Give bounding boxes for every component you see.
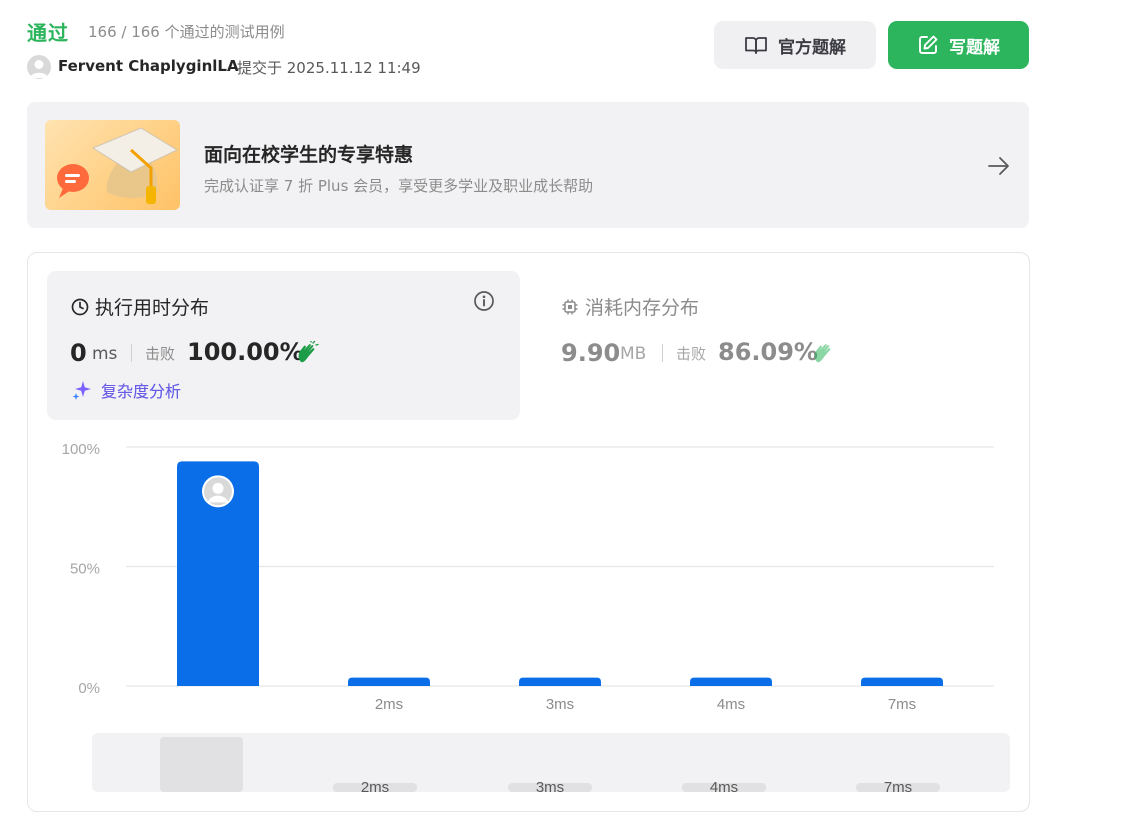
runtime-unit: ms <box>92 344 118 364</box>
submit-time: 提交于 2025.11.12 11:49 <box>237 59 421 77</box>
clock-icon <box>71 298 89 315</box>
avatar[interactable] <box>27 55 51 79</box>
user-icon <box>30 60 48 78</box>
complexity-analysis-link[interactable]: 复杂度分析 <box>71 378 181 402</box>
test-cases-count: 166 / 166 个通过的测试用例 <box>88 23 285 41</box>
memory-beats-percent: 86.09% <box>718 338 818 366</box>
divider <box>131 344 132 362</box>
chart-bar[interactable] <box>861 677 943 686</box>
edit-icon <box>919 35 938 54</box>
runtime-title: 执行用时分布 <box>95 297 210 319</box>
book-icon <box>745 37 767 54</box>
chart-bar[interactable] <box>177 461 259 686</box>
promo-title: 面向在校学生的专享特惠 <box>204 144 414 166</box>
chart-overview[interactable] <box>92 733 1010 792</box>
write-solution-label: 写题解 <box>949 37 1000 58</box>
official-solution-label: 官方题解 <box>778 37 846 58</box>
divider <box>662 344 663 362</box>
memory-panel[interactable]: 消耗内存分布 <box>561 293 699 320</box>
memory-unit: MB <box>620 344 647 364</box>
arrow-right-icon[interactable] <box>985 152 1013 180</box>
memory-value: 9.90 <box>561 339 621 367</box>
official-solution-button[interactable]: 官方题解 <box>714 21 876 69</box>
runtime-title-row: 执行用时分布 <box>71 293 209 320</box>
runtime-value: 0 <box>70 339 87 367</box>
promo-subtitle: 完成认证享 7 折 Plus 会员，享受更多学业及职业成长帮助 <box>204 177 594 195</box>
graduation-cap-image <box>45 120 180 210</box>
sparkle-icon <box>72 381 91 400</box>
info-icon[interactable] <box>473 290 495 312</box>
submitter-name[interactable]: Fervent ChaplyginlLA <box>58 57 239 75</box>
write-solution-button[interactable]: 写题解 <box>888 21 1029 69</box>
student-promo-banner[interactable]: 面向在校学生的专享特惠 完成认证享 7 折 Plus 会员，享受更多学业及职业成… <box>27 102 1029 228</box>
status-title: 通过 <box>27 21 69 45</box>
clap-icon <box>298 341 319 363</box>
complexity-analysis-label: 复杂度分析 <box>101 378 181 402</box>
runtime-panel[interactable]: 执行用时分布 0 ms 击败 100.00% 复杂度分析 <box>47 271 520 420</box>
clap-icon <box>814 344 831 363</box>
runtime-beats-label: 击败 <box>145 345 176 363</box>
chart-bar[interactable] <box>690 677 772 686</box>
memory-title: 消耗内存分布 <box>585 297 700 319</box>
chip-icon <box>562 299 578 314</box>
chart-bar[interactable] <box>348 677 430 686</box>
runtime-beats-percent: 100.00% <box>187 338 304 366</box>
chart-bar[interactable] <box>519 677 601 686</box>
memory-beats-label: 击败 <box>676 345 707 363</box>
